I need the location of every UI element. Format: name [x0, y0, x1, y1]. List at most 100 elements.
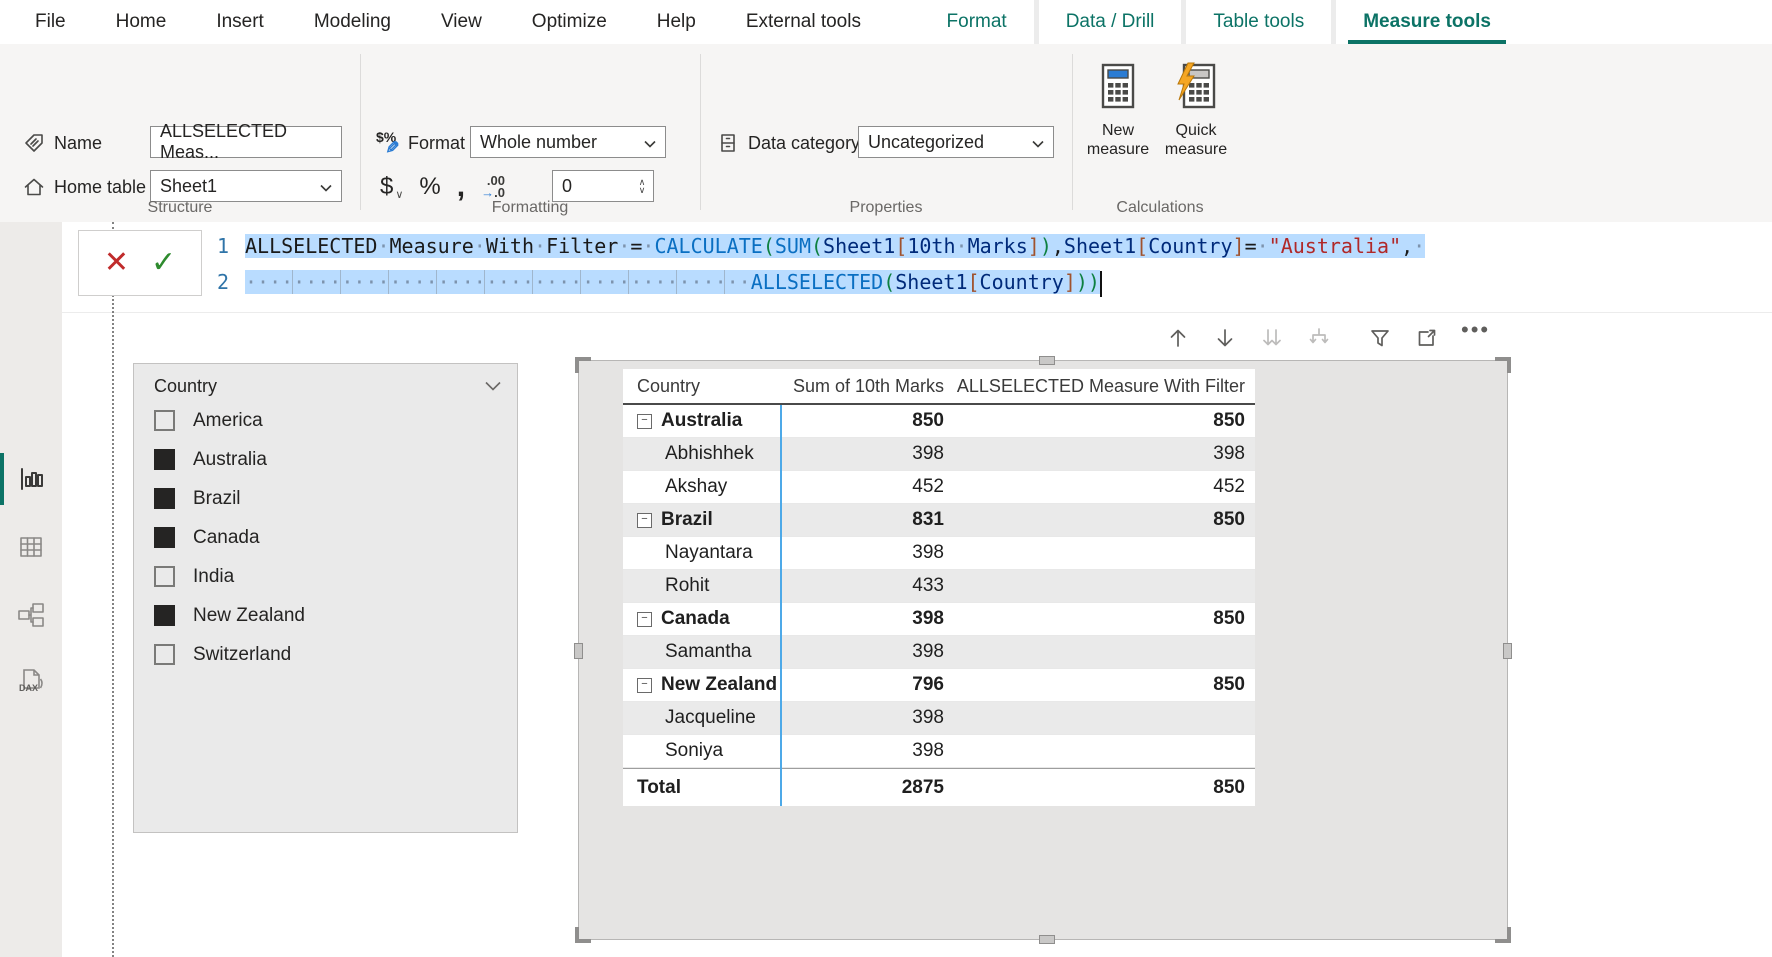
tab-data-drill[interactable]: Data / Drill	[1039, 0, 1182, 44]
resize-handle[interactable]	[1495, 357, 1511, 373]
table-row-abhishhek[interactable]: Abhishhek398398	[623, 438, 1255, 471]
column-header[interactable]: Sum of 10th Marks	[780, 376, 954, 397]
table-row-new-zealand[interactable]: −New Zealand796850	[623, 669, 1255, 702]
table-row-total[interactable]: Total2875850	[623, 768, 1255, 806]
slicer-item-america[interactable]: America	[134, 401, 517, 440]
currency-format-button[interactable]: $ ∨	[380, 173, 403, 201]
marks-value: 831	[780, 509, 954, 531]
decimal-places-icon: .00 →.0	[481, 175, 505, 199]
drill-down-double-icon[interactable]	[1259, 325, 1285, 351]
menu-item-help[interactable]: Help	[632, 11, 721, 33]
resize-handle[interactable]	[1039, 356, 1055, 365]
checkbox-checked[interactable]	[154, 488, 175, 509]
measure-name-input[interactable]: ALLSELECTED Meas...	[150, 126, 342, 158]
menu-item-optimize[interactable]: Optimize	[507, 11, 632, 33]
drill-up-icon[interactable]	[1165, 325, 1191, 351]
table-row-australia[interactable]: −Australia850850	[623, 405, 1255, 438]
group-label-structure: Structure	[0, 199, 360, 217]
checkbox-unchecked[interactable]	[154, 410, 175, 431]
resize-handle[interactable]	[1503, 643, 1512, 659]
row-label: Canada	[661, 608, 730, 630]
table-row-soniya[interactable]: Soniya398	[623, 735, 1255, 768]
checkbox-checked[interactable]	[154, 527, 175, 548]
collapse-icon[interactable]: −	[637, 414, 652, 429]
dax-token: ]	[1064, 270, 1076, 294]
quick-measure-button[interactable]: Quick measure	[1160, 62, 1232, 159]
drill-down-icon[interactable]	[1212, 325, 1238, 351]
row-label: Brazil	[661, 509, 713, 531]
dax-editor[interactable]: 1ALLSELECTED·Measure·With·Filter·=·CALCU…	[185, 228, 1762, 300]
format-select[interactable]: Whole number	[470, 126, 666, 158]
slicer-item-canada[interactable]: Canada	[134, 518, 517, 557]
country-slicer[interactable]: Country AmericaAustraliaBrazilCanadaIndi…	[133, 363, 518, 833]
chevron-down-icon	[320, 176, 332, 197]
table-row-samantha[interactable]: Samantha398	[623, 636, 1255, 669]
table-row-jacqueline[interactable]: Jacqueline398	[623, 702, 1255, 735]
checkbox-unchecked[interactable]	[154, 566, 175, 587]
checkbox-checked[interactable]	[154, 449, 175, 470]
menu-item-home[interactable]: Home	[91, 11, 192, 33]
model-view-icon	[16, 601, 46, 629]
thousands-separator-button[interactable]: ,	[457, 177, 465, 197]
decimal-places-stepper[interactable]: ∧ ∨	[633, 172, 651, 200]
resize-handle[interactable]	[1039, 935, 1055, 944]
column-header[interactable]: Country	[623, 376, 780, 397]
expand-all-icon[interactable]	[1306, 325, 1332, 351]
new-measure-button[interactable]: New measure	[1082, 62, 1154, 159]
matrix-table[interactable]: CountrySum of 10th MarksALLSELECTED Meas…	[623, 369, 1255, 806]
checkbox-unchecked[interactable]	[154, 644, 175, 665]
chevron-down-icon[interactable]	[485, 378, 501, 396]
format-icon: $% ✎	[376, 131, 400, 155]
table-row-rohit[interactable]: Rohit433	[623, 570, 1255, 603]
dax-token: ]	[1233, 234, 1245, 258]
menu-item-external-tools[interactable]: External tools	[721, 11, 886, 33]
table-visual[interactable]: CountrySum of 10th MarksALLSELECTED Meas…	[578, 360, 1508, 940]
comma-icon: ,	[457, 177, 465, 197]
table-row-canada[interactable]: −Canada398850	[623, 603, 1255, 636]
dax-token: ALLSELECTED	[751, 270, 883, 294]
model-view-button[interactable]	[0, 586, 62, 644]
column-header[interactable]: ALLSELECTED Measure With Filter	[954, 376, 1255, 397]
slicer-item-brazil[interactable]: Brazil	[134, 479, 517, 518]
home-table-select[interactable]: Sheet1	[150, 170, 342, 202]
cancel-formula-button[interactable]: ✕	[104, 248, 129, 278]
slicer-item-new-zealand[interactable]: New Zealand	[134, 596, 517, 635]
menu-item-file[interactable]: File	[10, 11, 91, 33]
report-view-button[interactable]	[0, 450, 62, 508]
menu-item-modeling[interactable]: Modeling	[289, 11, 416, 33]
dax-query-view-button[interactable]: DAX	[0, 652, 62, 710]
collapse-icon[interactable]: −	[637, 513, 652, 528]
commit-formula-button[interactable]: ✓	[151, 248, 176, 278]
tab-format[interactable]: Format	[920, 0, 1034, 44]
filter-icon[interactable]	[1367, 325, 1393, 351]
resize-handle[interactable]	[575, 927, 591, 943]
menubar: FileHomeInsertModelingViewOptimizeHelpEx…	[0, 0, 1772, 44]
menu-item-view[interactable]: View	[416, 11, 507, 33]
table-row-nayantara[interactable]: Nayantara398	[623, 537, 1255, 570]
tab-table-tools[interactable]: Table tools	[1186, 0, 1331, 44]
resize-handle[interactable]	[574, 643, 583, 659]
collapse-icon[interactable]: −	[637, 612, 652, 627]
decimal-places-input[interactable]: 0 ∧ ∨	[552, 170, 654, 202]
decimal-bottom: .0	[494, 185, 505, 200]
tab-measure-tools[interactable]: Measure tools	[1336, 0, 1518, 44]
spin-down-icon[interactable]: ∨	[639, 186, 646, 194]
data-category-select[interactable]: Uncategorized	[858, 126, 1054, 158]
table-row-akshay[interactable]: Akshay452452	[623, 471, 1255, 504]
slicer-item-australia[interactable]: Australia	[134, 440, 517, 479]
checkbox-checked[interactable]	[154, 605, 175, 626]
slicer-item-india[interactable]: India	[134, 557, 517, 596]
resize-handle[interactable]	[1495, 927, 1511, 943]
table-row-brazil[interactable]: −Brazil831850	[623, 504, 1255, 537]
dax-code-line[interactable]: 1ALLSELECTED·Measure·With·Filter·=·CALCU…	[185, 228, 1762, 264]
row-label: Akshay	[665, 476, 727, 498]
more-options-icon[interactable]: •••	[1461, 325, 1487, 351]
focus-mode-icon[interactable]	[1414, 325, 1440, 351]
resize-handle[interactable]	[575, 357, 591, 373]
menu-item-insert[interactable]: Insert	[191, 11, 289, 33]
collapse-icon[interactable]: −	[637, 678, 652, 693]
slicer-item-switzerland[interactable]: Switzerland	[134, 635, 517, 674]
dax-code-line[interactable]: 2·······································…	[185, 264, 1762, 300]
percent-format-button[interactable]: %	[419, 173, 440, 201]
data-view-button[interactable]	[0, 518, 62, 576]
